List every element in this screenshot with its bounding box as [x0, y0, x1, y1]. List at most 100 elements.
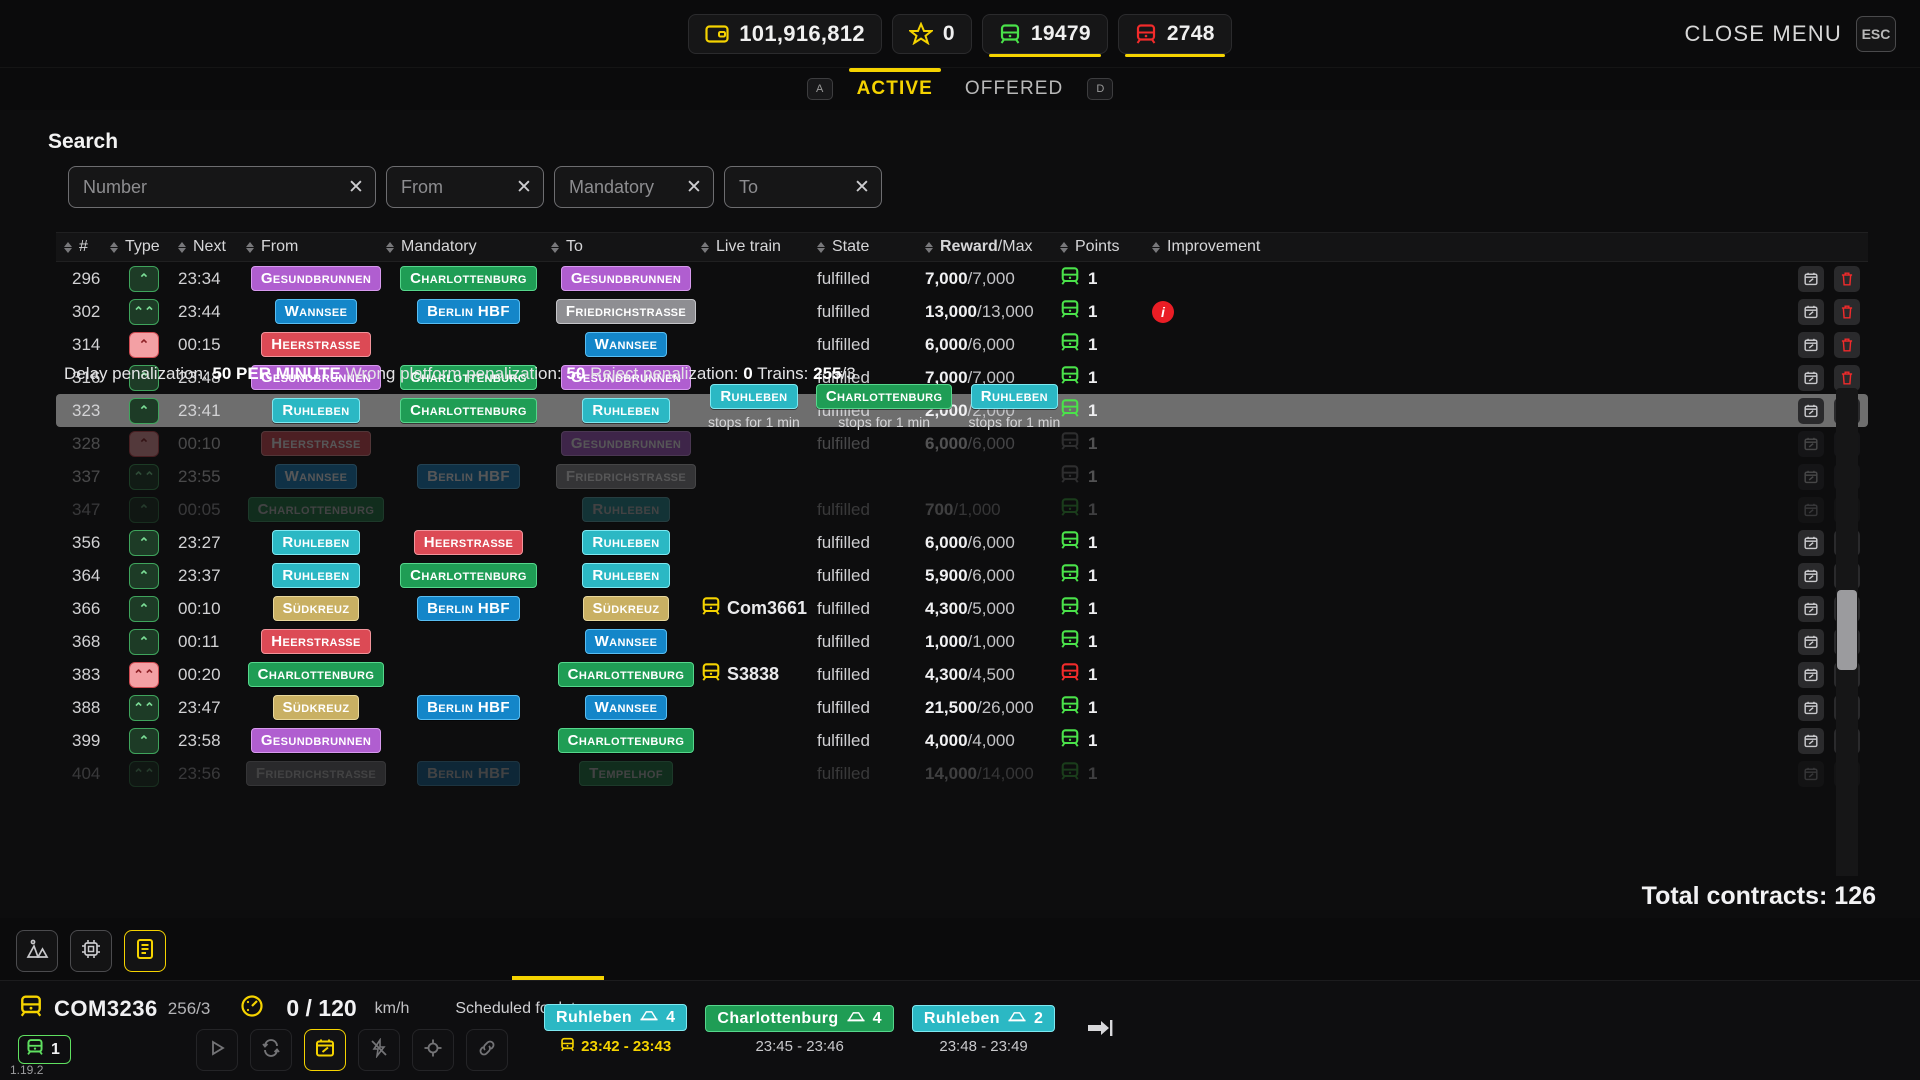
row-number: 399	[72, 730, 101, 750]
trains-bad-chip[interactable]: 2748	[1117, 13, 1232, 57]
table-scrollbar[interactable]	[1836, 388, 1858, 876]
row-edit-button[interactable]	[1798, 529, 1824, 556]
header-to-label: To	[566, 238, 583, 255]
contracts-screen: 101,916,812 0 19479 2748 CLOSE MENU ESC …	[0, 0, 1920, 1080]
target-button[interactable]	[412, 1029, 454, 1071]
row-edit-button[interactable]	[1798, 430, 1824, 457]
row-next-time: 23:44	[178, 301, 221, 321]
header-type[interactable]: Type	[110, 238, 178, 256]
esc-keycap[interactable]: ESC	[1856, 16, 1896, 52]
row-to-station: Charlottenburg	[557, 662, 695, 687]
calendar-edit-button[interactable]	[304, 1029, 346, 1071]
header-to[interactable]: To	[551, 238, 701, 256]
tab-offered[interactable]: OFFERED	[957, 68, 1071, 110]
table-row[interactable]: 364 ⌃ 23:37 Ruhleben Charlottenburg Ruhleben f…	[56, 559, 1868, 592]
row-delete-button[interactable]	[1834, 265, 1860, 292]
search-input-from[interactable]: From ✕	[386, 166, 544, 208]
table-row[interactable]: 366 ⌃ 00:10 Südkreuz Berlin HBF Südkreuz Com36…	[56, 592, 1868, 625]
construction-tool-button[interactable]	[16, 930, 58, 972]
row-edit-button[interactable]	[1798, 760, 1824, 787]
play-button[interactable]	[196, 1029, 238, 1071]
trains-ok-chip[interactable]: 19479	[981, 13, 1108, 57]
schedule-stop[interactable]: Ruhleben 4 23:42 - 23:43	[544, 1004, 688, 1056]
trains-bad-value: 2748	[1166, 21, 1215, 45]
table-row[interactable]: 347 ⌃ 00:05 Charlottenburg Ruhleben fulfilled…	[56, 493, 1868, 526]
sort-icon	[1060, 241, 1068, 253]
search-input-to[interactable]: To ✕	[724, 166, 882, 208]
live-train-icon	[701, 596, 721, 621]
row-to-station: Gesundbrunnen	[560, 431, 692, 456]
row-next-time: 23:27	[178, 532, 221, 552]
header-mandatory[interactable]: Mandatory	[386, 238, 551, 256]
row-edit-button[interactable]	[1798, 496, 1824, 523]
table-row[interactable]: 404 ⌃⌃ 23:56 Friedrichstraße Berlin HBF Tempe…	[56, 757, 1868, 790]
row-edit-button[interactable]	[1798, 298, 1824, 325]
chip-tool-button[interactable]	[70, 930, 112, 972]
row-delete-button[interactable]	[1834, 364, 1860, 391]
wallet-icon	[705, 24, 729, 44]
table-row[interactable]: 302 ⌃⌃ 23:44 Wannsee Berlin HBF Friedrichstra…	[56, 295, 1868, 328]
search-input-mandatory[interactable]: Mandatory ✕	[554, 166, 714, 208]
table-row[interactable]: 296 ⌃ 23:34 Gesundbrunnen Charlottenburg Gesu…	[56, 262, 1868, 295]
penalization-tooltip: Delay penalization: 50 PER MINUTE Wrong …	[64, 364, 856, 384]
header-next[interactable]: Next	[178, 238, 246, 256]
row-edit-button[interactable]	[1798, 364, 1824, 391]
search-input-number[interactable]: Number ✕	[68, 166, 376, 208]
row-delete-button[interactable]	[1834, 298, 1860, 325]
row-edit-button[interactable]	[1798, 397, 1824, 424]
clear-number-icon[interactable]: ✕	[345, 176, 367, 198]
points-train-icon	[1060, 365, 1080, 390]
row-live-train[interactable]: S3838	[701, 662, 779, 687]
no-bolt-button[interactable]	[358, 1029, 400, 1071]
table-row[interactable]: 328 ⌃ 00:10 Heerstraße Gesundbrunnen fulfille…	[56, 427, 1868, 460]
header-points[interactable]: Points	[1060, 238, 1152, 256]
sort-icon	[551, 241, 559, 253]
link-button[interactable]	[466, 1029, 508, 1071]
schedule-stop[interactable]: Charlottenburg 4 23:45 - 23:46	[705, 1005, 894, 1055]
book-tool-button[interactable]	[124, 930, 166, 972]
table-scrollbar-thumb[interactable]	[1837, 590, 1857, 670]
speedometer-icon	[238, 993, 266, 1024]
table-row[interactable]: 383 ⌃⌃ 00:20 Charlottenburg Charlottenburg S3…	[56, 658, 1868, 691]
row-delete-button[interactable]	[1834, 331, 1860, 358]
clear-to-icon[interactable]: ✕	[851, 176, 873, 198]
row-edit-button[interactable]	[1798, 661, 1824, 688]
row-edit-button[interactable]	[1798, 694, 1824, 721]
row-type-badge: ⌃	[129, 496, 159, 523]
row-edit-button[interactable]	[1798, 331, 1824, 358]
row-edit-button[interactable]	[1798, 463, 1824, 490]
table-row[interactable]: 337 ⌃⌃ 23:55 Wannsee Berlin HBF Friedrichstra…	[56, 460, 1868, 493]
header-improvement[interactable]: Improvement	[1152, 238, 1552, 256]
row-edit-button[interactable]	[1798, 562, 1824, 589]
row-edit-button[interactable]	[1798, 595, 1824, 622]
table-row[interactable]: 399 ⌃ 23:58 Gesundbrunnen Charlottenburg fulf…	[56, 724, 1868, 757]
points-train-icon	[1060, 398, 1080, 423]
schedule-end-icon[interactable]	[1085, 1016, 1113, 1045]
row-edit-button[interactable]	[1798, 628, 1824, 655]
header-number[interactable]: #	[56, 238, 110, 256]
trains-total: /3	[841, 364, 856, 383]
clear-mandatory-icon[interactable]: ✕	[683, 176, 705, 198]
row-points: 1	[1060, 464, 1097, 489]
table-row[interactable]: 314 ⌃ 00:15 Heerstraße Wannsee fulfilled 6,000…	[56, 328, 1868, 361]
close-menu-button[interactable]: CLOSE MENU ESC	[1685, 0, 1896, 68]
improvement-info-icon[interactable]: i	[1152, 300, 1174, 323]
clear-from-icon[interactable]: ✕	[513, 176, 535, 198]
table-row[interactable]: 356 ⌃ 23:27 Ruhleben Heerstraße Ruhleben fulfi…	[56, 526, 1868, 559]
row-points: 1	[1060, 332, 1097, 357]
row-edit-button[interactable]	[1798, 727, 1824, 754]
star-chip[interactable]: 0	[891, 13, 972, 54]
row-live-train[interactable]: Com3661	[701, 596, 807, 621]
header-reward[interactable]: Reward/Max	[925, 238, 1060, 256]
table-row[interactable]: 388 ⌃⌃ 23:47 Südkreuz Berlin HBF Wannsee fulfi…	[56, 691, 1868, 724]
header-state[interactable]: State	[817, 238, 925, 256]
schedule-stop[interactable]: Ruhleben 2 23:48 - 23:49	[911, 1005, 1056, 1055]
header-from[interactable]: From	[246, 238, 386, 256]
table-row[interactable]: 368 ⌃ 00:11 Heerstraße Wannsee fulfilled 1,000…	[56, 625, 1868, 658]
header-live-train[interactable]: Live train	[701, 238, 817, 256]
row-reward: 1,000/1,000	[925, 631, 1015, 651]
money-chip[interactable]: 101,916,812	[688, 13, 882, 54]
row-edit-button[interactable]	[1798, 265, 1824, 292]
tab-active[interactable]: ACTIVE	[848, 68, 942, 110]
loop-button[interactable]	[250, 1029, 292, 1071]
